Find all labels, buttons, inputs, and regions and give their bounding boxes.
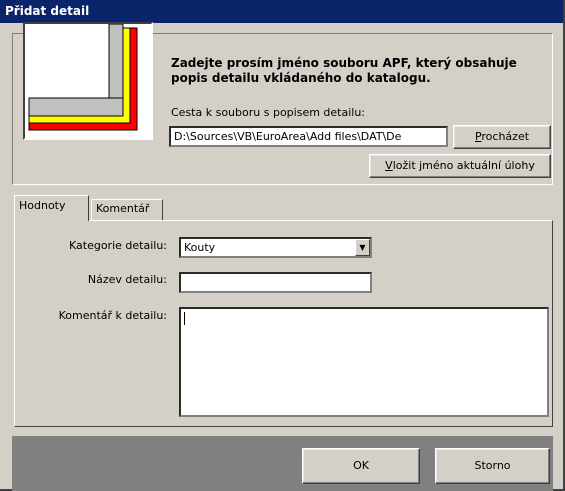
corner-detail-icon (25, 24, 151, 138)
task-label: ložit jméno aktuální úlohy (392, 159, 535, 172)
insert-current-task-button[interactable]: Vložit jméno aktuální úlohy (369, 154, 551, 178)
tab-komentar[interactable]: Komentář (91, 199, 163, 221)
detail-preview-image (23, 22, 153, 140)
cancel-button[interactable]: Storno (435, 448, 550, 484)
ok-button[interactable]: OK (302, 448, 420, 484)
instruction-line-1: Zadejte prosím jméno souboru APF, který … (171, 56, 517, 70)
task-access-key: V (385, 159, 393, 172)
browse-label: rocházet (481, 130, 530, 143)
instruction-line-2: popis detailu vkládaného do katalogu. (171, 71, 431, 85)
window-title: Přidat detail (5, 4, 90, 18)
browse-button[interactable]: Procházet (453, 125, 551, 149)
tab-hodnoty[interactable]: Hodnoty (14, 195, 89, 221)
path-label: Cesta k souboru s popisem detailu: (171, 106, 366, 119)
tab-panel-hodnoty (14, 220, 553, 427)
file-path-input[interactable]: D:\Sources\VB\EuroArea\Add files\DAT\De (169, 126, 448, 147)
title-bar[interactable]: Přidat detail (0, 0, 563, 23)
instruction-text: Zadejte prosím jméno souboru APF, který … (171, 56, 551, 86)
dialog-window: Přidat detail Zadejte prosím jméno soubo… (0, 0, 565, 491)
